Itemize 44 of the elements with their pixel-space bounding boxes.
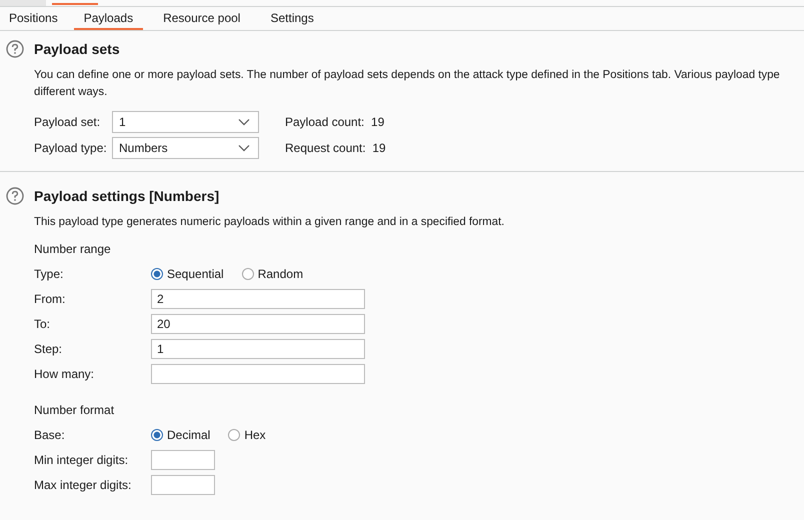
tab-indicator <box>52 3 98 5</box>
tab[interactable]: Settings <box>260 7 324 30</box>
radio-button[interactable] <box>242 268 254 280</box>
field-label: Payload set: <box>34 115 102 129</box>
radio-option[interactable]: Sequential <box>151 266 224 280</box>
field-label: From: <box>34 292 66 306</box>
field-label: Min integer digits: <box>34 452 130 466</box>
count-text: Request count: 19 <box>284 141 387 155</box>
field-label: How many: <box>34 366 96 380</box>
field-label: Step: <box>34 342 64 356</box>
field-label: Payload type: <box>34 141 108 155</box>
field-label: Base: <box>34 428 66 442</box>
field-label: Type: <box>34 266 64 280</box>
description-text: This payload type generates numeric payloads within a given range and in a specified format. <box>34 215 506 230</box>
dropdown[interactable]: 1 <box>112 111 259 133</box>
input-field[interactable]: 1 <box>151 338 365 358</box>
chevron-down-icon <box>238 144 250 152</box>
radio-button[interactable] <box>151 428 163 440</box>
tab[interactable]: Payloads <box>74 7 144 30</box>
help-icon[interactable] <box>6 40 24 58</box>
input-field[interactable]: 2 <box>151 288 365 308</box>
chevron-down-icon <box>238 118 250 126</box>
description-text: You can define one or more payload sets. The number of payload sets depends on the attack type defined in the Positions tab. Various payload type <box>34 68 781 83</box>
dropdown[interactable]: Numbers <box>112 137 259 159</box>
help-icon[interactable] <box>6 187 24 205</box>
description-text: different ways. <box>34 85 108 100</box>
section-title: Payload settings [Numbers] <box>34 188 220 204</box>
radio-option[interactable]: Random <box>242 266 304 280</box>
group-heading: Number format <box>34 402 116 419</box>
radio-button[interactable] <box>228 428 240 440</box>
radio-option[interactable]: Decimal <box>151 428 210 442</box>
radio-button[interactable] <box>151 268 163 280</box>
input-field[interactable] <box>151 364 365 384</box>
input-field[interactable]: 20 <box>151 314 365 334</box>
tab[interactable]: Resource pool <box>153 7 250 30</box>
field-label: Max integer digits: <box>34 478 132 492</box>
section-title: Payload sets <box>34 41 120 57</box>
group-heading: Number range <box>34 241 112 258</box>
input-field[interactable] <box>151 450 215 470</box>
count-text: Payload count: 19 <box>284 115 386 129</box>
tab[interactable]: Positions <box>0 7 68 30</box>
field-label: To: <box>34 316 52 330</box>
radio-option[interactable]: Hex <box>228 428 266 442</box>
input-field[interactable] <box>151 474 215 494</box>
